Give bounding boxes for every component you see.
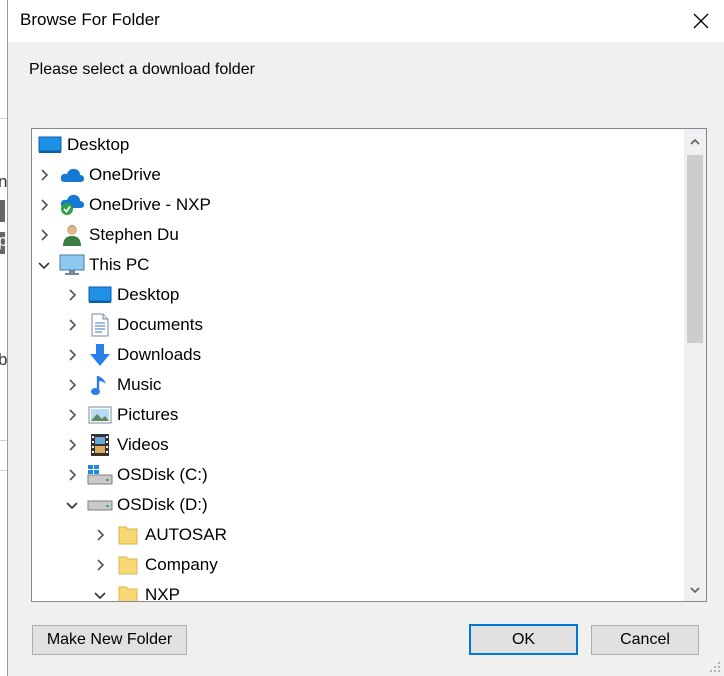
- tree-item[interactable]: Videos: [65, 430, 169, 460]
- tree-item-label: Videos: [117, 435, 169, 454]
- tree-item[interactable]: AUTOSAR: [93, 520, 227, 550]
- documents-icon: [87, 313, 113, 337]
- vertical-scrollbar[interactable]: [684, 129, 706, 601]
- tree-item-label: OneDrive: [89, 165, 161, 184]
- folder-tree[interactable]: Desktop OneDrive OneDrive - NXP Stephen Du T…: [31, 128, 707, 602]
- tree-item-label: Pictures: [117, 405, 179, 424]
- chevron-right-icon[interactable]: [65, 468, 79, 482]
- tree-item[interactable]: NXP: [93, 580, 180, 602]
- desktop-icon: [37, 133, 63, 157]
- windows-drive-icon: [87, 463, 113, 487]
- chevron-right-icon[interactable]: [93, 558, 107, 572]
- tree-item[interactable]: Documents: [65, 310, 203, 340]
- onedrive-cloud-icon: [59, 163, 85, 187]
- dialog-prompt: Please select a download folder: [29, 61, 255, 78]
- scrollbar-thumb[interactable]: [687, 155, 703, 343]
- tree-item-label: Desktop: [117, 285, 180, 304]
- videos-icon: [87, 433, 113, 457]
- tree-item[interactable]: Downloads: [65, 340, 201, 370]
- tree-item-label: Company: [145, 555, 218, 574]
- chevron-right-icon[interactable]: [65, 408, 79, 422]
- close-button[interactable]: [678, 0, 724, 42]
- onedrive-business-icon: [59, 193, 85, 217]
- tree-item[interactable]: Stephen Du: [37, 220, 179, 250]
- tree-item-label: OSDisk (C:): [117, 465, 208, 484]
- tree-item-label: Desktop: [67, 135, 130, 154]
- tree-item[interactable]: Pictures: [65, 400, 178, 430]
- tree-item[interactable]: OSDisk (D:): [65, 490, 208, 520]
- tree-item-label: AUTOSAR: [145, 525, 227, 544]
- resize-grip-icon[interactable]: [709, 661, 721, 673]
- tree-item[interactable]: Company: [93, 550, 218, 580]
- chevron-up-icon: [690, 138, 700, 145]
- pictures-icon: [87, 403, 113, 427]
- tree-item-label: OSDisk (D:): [117, 495, 208, 514]
- downloads-icon: [87, 343, 113, 367]
- chevron-right-icon[interactable]: [65, 438, 79, 452]
- tree-item[interactable]: Desktop: [65, 280, 179, 310]
- tree-item-label: NXP: [145, 585, 180, 602]
- tree-item[interactable]: OSDisk (C:): [65, 460, 208, 490]
- dialog-title: Browse For Folder: [20, 10, 160, 29]
- chevron-down-icon[interactable]: [37, 258, 51, 272]
- background-block: [0, 200, 5, 222]
- tree-item-label: OneDrive - NXP: [89, 195, 211, 214]
- tree-item[interactable]: Desktop: [37, 130, 129, 160]
- music-icon: [87, 373, 113, 397]
- tree-item-label: This PC: [89, 255, 150, 274]
- tree-item[interactable]: OneDrive - NXP: [37, 190, 211, 220]
- tree-item-label: Documents: [117, 315, 203, 334]
- ok-button[interactable]: OK: [469, 624, 578, 655]
- chevron-right-icon[interactable]: [93, 528, 107, 542]
- tree-item-label: Stephen Du: [89, 225, 179, 244]
- chevron-right-icon[interactable]: [37, 228, 51, 242]
- chevron-right-icon[interactable]: [37, 198, 51, 212]
- tree-item-label: Music: [117, 375, 162, 394]
- chevron-right-icon[interactable]: [65, 288, 79, 302]
- scroll-up-button[interactable]: [684, 131, 706, 153]
- chevron-down-icon: [690, 587, 700, 594]
- user-folder-icon: [59, 223, 85, 247]
- title-bar: Browse For Folder: [8, 0, 724, 42]
- desktop-icon: [87, 283, 113, 307]
- drive-icon: [87, 493, 113, 517]
- make-new-folder-button[interactable]: Make New Folder: [32, 625, 187, 655]
- cancel-button[interactable]: Cancel: [591, 625, 699, 655]
- tree-item[interactable]: This PC: [37, 250, 149, 280]
- browse-for-folder-dialog: Browse For Folder Please select a downlo…: [7, 0, 724, 676]
- folder-icon: [115, 523, 141, 547]
- this-pc-icon: [59, 253, 85, 277]
- chevron-right-icon[interactable]: [65, 378, 79, 392]
- scroll-down-button[interactable]: [684, 579, 706, 601]
- tree-item[interactable]: Music: [65, 370, 161, 400]
- tree-item[interactable]: OneDrive: [37, 160, 161, 190]
- chevron-down-icon[interactable]: [93, 588, 107, 601]
- chevron-right-icon[interactable]: [37, 168, 51, 182]
- chevron-right-icon[interactable]: [65, 318, 79, 332]
- close-icon: [693, 13, 709, 29]
- chevron-right-icon[interactable]: [65, 348, 79, 362]
- folder-icon: [115, 553, 141, 577]
- tree-item-label: Downloads: [117, 345, 202, 364]
- folder-icon: [115, 583, 141, 601]
- chevron-down-icon[interactable]: [65, 498, 79, 512]
